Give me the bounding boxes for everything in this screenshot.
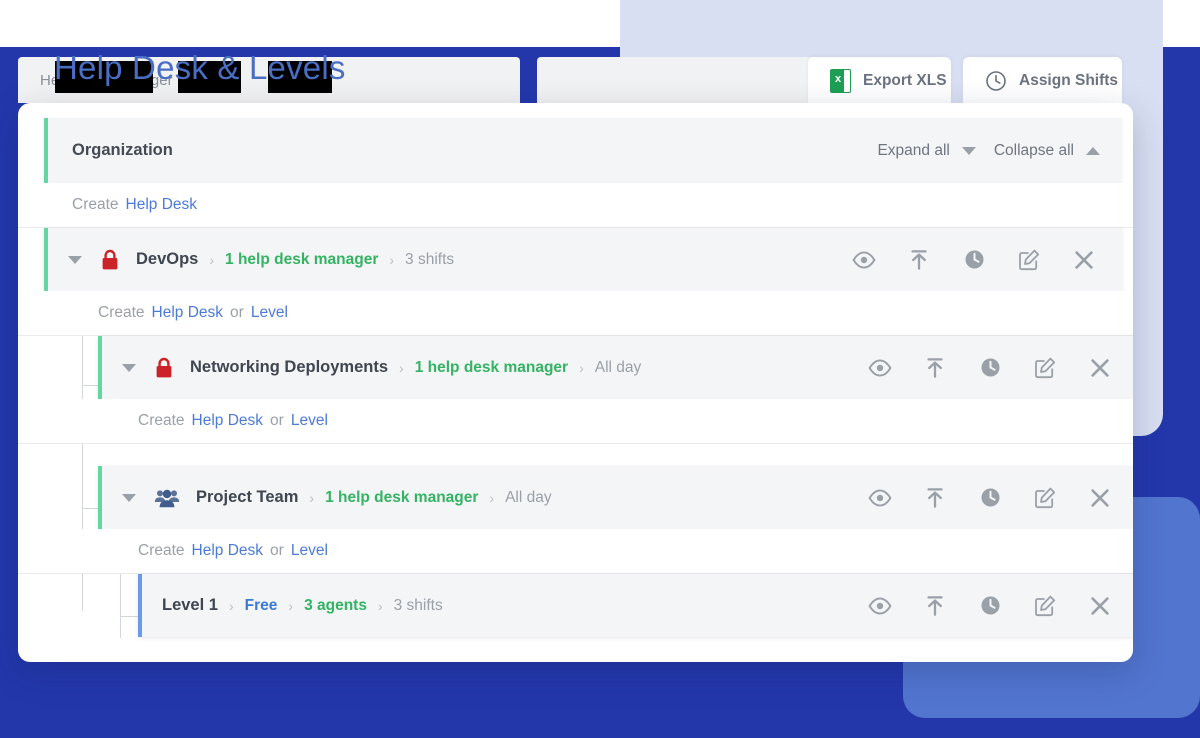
organization-tools: Expand all Collapse all xyxy=(877,142,1100,160)
node-name: Level 1 xyxy=(162,596,218,615)
separator-icon: › xyxy=(399,360,404,376)
separator-icon: › xyxy=(309,490,314,506)
row-actions xyxy=(868,486,1133,510)
tree-row-level-1[interactable]: Level 1 › Free › 3 agents › 3 shifts xyxy=(138,574,1133,637)
create-help-desk-link[interactable]: Help Desk xyxy=(152,304,224,322)
row-actions xyxy=(852,248,1122,272)
excel-file-icon xyxy=(830,69,851,93)
view-icon[interactable] xyxy=(868,356,892,380)
view-icon[interactable] xyxy=(868,486,892,510)
clock-icon xyxy=(985,70,1007,92)
export-xls-label: Export XLS xyxy=(863,72,947,90)
create-or-label: or xyxy=(270,412,284,430)
separator-icon: › xyxy=(579,360,584,376)
shifts-icon[interactable] xyxy=(978,594,1002,618)
view-icon[interactable] xyxy=(868,594,892,618)
create-row-devops: Create Help Desk or Level xyxy=(18,291,1133,336)
toggle-caret-icon[interactable] xyxy=(122,364,136,372)
users-group-icon xyxy=(154,488,180,508)
edit-icon[interactable] xyxy=(1033,486,1057,510)
chevron-down-icon xyxy=(962,147,976,155)
create-label: Create xyxy=(138,542,185,560)
create-label: Create xyxy=(138,412,185,430)
node-meta-primary: 1 help desk manager xyxy=(415,359,568,377)
create-or-label: or xyxy=(270,542,284,560)
separator-icon: › xyxy=(389,252,394,268)
create-label: Create xyxy=(72,196,119,214)
background-white-top xyxy=(0,0,620,47)
separator-icon: › xyxy=(229,598,234,614)
expand-all-button[interactable]: Expand all xyxy=(877,142,975,160)
create-label: Create xyxy=(98,304,145,322)
chevron-up-icon xyxy=(1086,147,1100,155)
create-or-label: or xyxy=(230,304,244,322)
shifts-icon[interactable] xyxy=(978,356,1002,380)
create-help-desk-link[interactable]: Help Desk xyxy=(126,196,198,214)
node-meta-primary: 3 agents xyxy=(304,597,367,615)
node-meta-secondary: All day xyxy=(595,359,642,377)
edit-icon[interactable] xyxy=(1017,248,1041,272)
organization-tree: Create Help Desk DevOps › 1 help desk ma… xyxy=(18,183,1133,637)
create-help-desk-link[interactable]: Help Desk xyxy=(192,412,264,430)
export-xls-button[interactable]: Export XLS xyxy=(808,57,951,105)
assign-shifts-button[interactable]: Assign Shifts xyxy=(963,57,1122,105)
expand-all-label: Expand all xyxy=(877,142,949,160)
view-icon[interactable] xyxy=(852,248,876,272)
assign-shifts-label: Assign Shifts xyxy=(1019,72,1118,90)
create-level-link[interactable]: Level xyxy=(291,542,328,560)
create-row-project-team: Create Help Desk or Level xyxy=(18,529,1133,574)
promote-icon[interactable] xyxy=(923,594,947,618)
shifts-icon[interactable] xyxy=(978,486,1002,510)
promote-icon[interactable] xyxy=(923,356,947,380)
collapse-all-button[interactable]: Collapse all xyxy=(994,142,1100,160)
node-name: Networking Deployments xyxy=(190,358,388,377)
lock-icon xyxy=(154,357,174,379)
edit-icon[interactable] xyxy=(1033,594,1057,618)
row-actions xyxy=(868,356,1133,380)
row-actions xyxy=(868,594,1133,618)
promote-icon[interactable] xyxy=(923,486,947,510)
page-title: Help Desk & Levels xyxy=(54,49,346,87)
organization-title: Organization xyxy=(72,141,173,160)
lock-icon xyxy=(100,249,120,271)
node-meta-plan[interactable]: Free xyxy=(245,597,278,615)
node-meta-primary: 1 help desk manager xyxy=(225,251,378,269)
node-meta-primary: 1 help desk manager xyxy=(325,489,478,507)
organization-header: Organization Expand all Collapse all xyxy=(44,118,1122,183)
node-name: DevOps xyxy=(136,250,198,269)
promote-icon[interactable] xyxy=(907,248,931,272)
create-row-networking-deployments: Create Help Desk or Level xyxy=(18,399,1133,444)
toggle-caret-icon[interactable] xyxy=(68,256,82,264)
separator-icon: › xyxy=(209,252,214,268)
node-meta-secondary: All day xyxy=(505,489,552,507)
separator-icon: › xyxy=(489,490,494,506)
organization-card: Organization Expand all Collapse all Cre… xyxy=(18,103,1133,662)
node-meta-secondary: 3 shifts xyxy=(394,597,443,615)
create-help-desk-link[interactable]: Help Desk xyxy=(192,542,264,560)
delete-icon[interactable] xyxy=(1072,248,1096,272)
collapse-all-label: Collapse all xyxy=(994,142,1074,160)
delete-icon[interactable] xyxy=(1088,594,1112,618)
edit-icon[interactable] xyxy=(1033,356,1057,380)
node-name: Project Team xyxy=(196,488,298,507)
shifts-icon[interactable] xyxy=(962,248,986,272)
toggle-caret-icon[interactable] xyxy=(122,494,136,502)
separator-icon: › xyxy=(378,598,383,614)
create-row-root: Create Help Desk xyxy=(18,183,1133,228)
delete-icon[interactable] xyxy=(1088,356,1112,380)
node-meta-secondary: 3 shifts xyxy=(405,251,454,269)
tab-secondary[interactable] xyxy=(537,57,820,103)
tree-row-devops[interactable]: DevOps › 1 help desk manager › 3 shifts xyxy=(44,228,1122,291)
tree-row-project-team[interactable]: Project Team › 1 help desk manager › All… xyxy=(98,466,1133,529)
create-level-link[interactable]: Level xyxy=(291,412,328,430)
create-level-link[interactable]: Level xyxy=(251,304,288,322)
tree-row-networking-deployments[interactable]: Networking Deployments › 1 help desk man… xyxy=(98,336,1133,399)
separator-icon: › xyxy=(288,598,293,614)
delete-icon[interactable] xyxy=(1088,486,1112,510)
